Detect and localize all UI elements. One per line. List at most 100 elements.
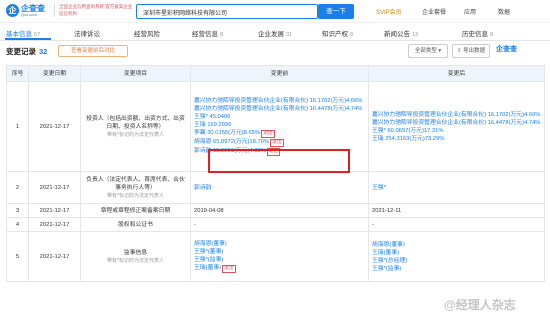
tab-history[interactable]: 历史信息 8	[462, 28, 493, 38]
highlight-box	[208, 149, 350, 173]
header-link-apps[interactable]: 应用	[464, 7, 476, 16]
row-after: -	[368, 217, 545, 232]
logo-domain: Qcc.com	[21, 12, 37, 17]
row-before: 胡海恩(董事) 王强*(董事) 王强*(监事) 王瑞(董事) 退出	[190, 231, 369, 282]
tab-label: 历史信息	[462, 31, 488, 38]
col-before: 变更前	[190, 65, 369, 82]
row-before: 2019-04-08	[190, 203, 369, 218]
tab-news[interactable]: 新闻公告 13	[384, 28, 418, 38]
row-after[interactable]: 王强*	[368, 171, 545, 204]
item-note: 带有*标记的为法定代表人	[107, 131, 164, 138]
header-link-plan[interactable]: 企业套餐	[422, 7, 446, 16]
item-text: 监事信息	[123, 249, 148, 256]
change-entry[interactable]: 胡海恩(董事)	[194, 240, 365, 248]
row-date: 2021-12-17	[28, 203, 81, 218]
header-link-data[interactable]: 数据	[498, 7, 510, 16]
search-input[interactable]: 深圳市星彩积网络科技有限公司	[136, 4, 318, 19]
item-text: 负责人（法定代表人、首席代表、合伙事务执行人等）	[86, 176, 185, 191]
col-after: 变更后	[368, 65, 545, 82]
change-entry[interactable]: 王强*(总经理)	[372, 257, 541, 265]
item-text: 投资人（包括出资额、出资方式、出资日期、投资人名称等）	[86, 115, 185, 130]
change-entry[interactable]: 王强*(监事)	[372, 265, 541, 273]
row-before[interactable]: 郭诗韵	[190, 171, 369, 204]
col-no: 序号	[6, 65, 29, 82]
filter-label: 全部类型	[414, 48, 437, 54]
brand-mark: 企查查	[496, 46, 517, 53]
change-entry[interactable]: 嘉兴协力驰陌导投资管理合伙企业(有限合伙) 16.1702(万元)4.66%	[194, 97, 365, 105]
tab-risk[interactable]: 经营风险	[134, 28, 160, 38]
header-link-svip[interactable]: SVIP会员	[376, 7, 402, 16]
change-entry[interactable]: 胡海恩(董事)	[372, 241, 541, 249]
active-tab-underline	[5, 38, 51, 40]
row-item: 章程或章程修正案备案日期	[80, 203, 191, 218]
row-item: 投资人（包括出资额、出资方式、出资日期、投资人名称等） 带有*标记的为法定代表人	[80, 81, 191, 172]
tab-count: 8	[350, 32, 354, 38]
slogan: 全国企业信用查询系统 官方备案企业征信机构	[54, 3, 133, 17]
item-note: 带有*标记的为法定代表人	[107, 257, 164, 264]
table-row: 5 2021-12-17 监事信息 带有*标记的为法定代表人 胡海恩(董事) 王强…	[6, 231, 545, 282]
row-date: 2021-12-17	[28, 231, 81, 282]
item-note: 带有*标记的为法定代表人	[107, 192, 164, 199]
tab-count: 8	[220, 32, 224, 38]
section-count: 32	[39, 47, 48, 56]
row-no: 1	[6, 81, 29, 172]
row-date: 2021-12-17	[28, 171, 81, 204]
tab-count: 8	[490, 32, 494, 38]
change-entry-exit[interactable]: 王瑞(董事) 退出	[194, 264, 365, 273]
tab-label: 知识产权	[322, 31, 348, 38]
tab-count: 13	[412, 32, 419, 38]
row-item: 负责人（法定代表人、首席代表、合伙事务执行人等） 带有*标记的为法定代表人	[80, 171, 191, 204]
tab-basic-info[interactable]: 基本信息 57	[6, 28, 40, 38]
section-title-text: 变更记录	[6, 47, 36, 56]
qcc-logo[interactable]: 企 企查查 Qcc.com	[6, 3, 52, 19]
row-item: 监事信息 带有*标记的为法定代表人	[80, 231, 191, 282]
change-entry[interactable]: 嘉兴协力驰陌导投资管理合伙企业(有限合伙) 16.1702(万元)4.66%	[372, 111, 541, 119]
filter-dropdown[interactable]: 全部类型 ▾	[408, 44, 448, 58]
table-header-row: 序号 变更日期 变更项目 变更前 变更后	[6, 65, 545, 82]
change-entry[interactable]: 王瑞(董事)	[372, 249, 541, 257]
tab-legal[interactable]: 法律诉讼	[74, 28, 100, 38]
col-item: 变更项目	[80, 65, 191, 82]
change-entry[interactable]: 王强*(董事)	[194, 248, 365, 256]
tab-label: 基本信息	[6, 31, 32, 38]
row-after: 胡海恩(董事) 王瑞(董事) 王强*(总经理) 王强*(监事)	[368, 231, 545, 282]
row-no: 4	[6, 217, 29, 232]
export-button[interactable]: ⇪ 导出数据	[452, 44, 490, 58]
search-button[interactable]: 查一下	[318, 4, 354, 19]
change-entry[interactable]: 王强* 60.0657(万元)17.31%	[372, 127, 541, 135]
row-date: 2021-12-17	[28, 81, 81, 172]
change-entry[interactable]: 嘉兴协力驰陌导投资管理合伙企业(有限合伙) 16.4478(万元)4.74%	[372, 119, 541, 127]
tab-bar: 基本信息 57 法律诉讼 经营风险 经营信息 8 企业发展 31 知识产权 8 新闻公告…	[0, 24, 550, 41]
tab-label: 企业发展	[258, 31, 284, 38]
change-entry-exit[interactable]: 胡海恩 65.0972(万元)18.70% 退出	[194, 138, 365, 147]
tab-label: 经营风险	[134, 31, 160, 38]
row-no: 5	[6, 231, 29, 282]
row-after: 嘉兴协力驰陌导投资管理合伙企业(有限合伙) 16.1702(万元)4.66% 嘉…	[368, 81, 545, 172]
compare-badge[interactable]: 查看变更前后对比	[58, 45, 128, 57]
tab-ip[interactable]: 知识产权 8	[322, 28, 353, 38]
tab-label: 经营信息	[192, 31, 218, 38]
search-value: 深圳市星彩积网络科技有限公司	[143, 11, 228, 17]
row-before: -	[190, 217, 369, 232]
change-entry[interactable]: 王强* 45.0406	[194, 113, 365, 121]
col-date: 变更日期	[28, 65, 81, 82]
change-entry[interactable]: 王瑞 254.3163(万元)73.29%	[372, 135, 541, 143]
tab-business[interactable]: 经营信息 8	[192, 28, 223, 38]
tab-label: 新闻公告	[384, 31, 410, 38]
logo-icon: 企	[6, 4, 19, 17]
change-entry-exit[interactable]: 李襄 30.0155(万元)8.65% 退出	[194, 129, 365, 138]
table-row: 4 2021-12-17 股权和公证书 - -	[6, 217, 545, 232]
watermark: @经理人杂志	[444, 298, 516, 312]
tab-label: 法律诉讼	[74, 31, 100, 38]
row-no: 2	[6, 171, 29, 204]
change-entry[interactable]: 王瑞 159.2036	[194, 121, 365, 129]
change-entry[interactable]: 王强*(监事)	[194, 256, 365, 264]
row-after: 2021-12-11	[368, 203, 545, 218]
tab-development[interactable]: 企业发展 31	[258, 28, 292, 38]
change-entry[interactable]: 嘉兴协力驰陌导投资管理合伙企业(有限合伙) 16.4478(万元)4.74%	[194, 105, 365, 113]
row-no: 3	[6, 203, 29, 218]
table-row: 2 2021-12-17 负责人（法定代表人、首席代表、合伙事务执行人等） 带有*…	[6, 171, 545, 204]
row-item: 股权和公证书	[80, 217, 191, 232]
export-label: 导出数据	[463, 48, 486, 54]
top-header: 企 企查查 Qcc.com 全国企业信用查询系统 官方备案企业征信机构 深圳市星…	[0, 0, 550, 23]
